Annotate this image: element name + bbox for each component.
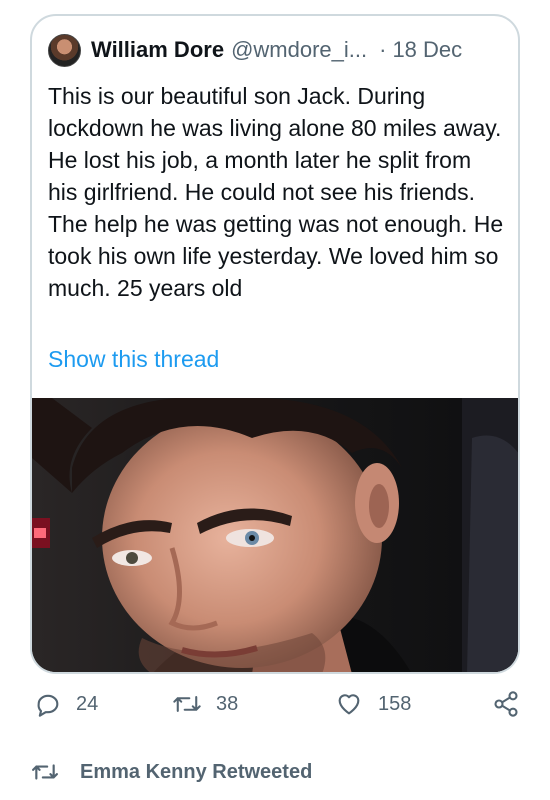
retweet-notice: Emma Kenny Retweeted: [30, 754, 312, 790]
tweet-photo[interactable]: [32, 398, 518, 672]
portrait-photo: [32, 398, 518, 672]
heart-icon: [338, 694, 360, 715]
timeline: William Dore @wmdore_i... · 18 Dec This …: [0, 0, 550, 800]
retweet-notice-text[interactable]: Emma Kenny Retweeted: [80, 761, 312, 784]
tweet-actions: 24 38 158: [30, 684, 530, 724]
tweet-text: This is our beautiful son Jack. During l…: [48, 83, 504, 301]
author-handle[interactable]: @wmdore_i...: [231, 37, 367, 63]
author-display-name[interactable]: William Dore: [91, 37, 224, 63]
show-thread-link[interactable]: Show this thread: [48, 343, 219, 375]
like-count: 158: [378, 692, 412, 715]
retweet-button[interactable]: 38: [172, 684, 238, 724]
separator-dot: ·: [379, 37, 387, 62]
reply-count: 24: [76, 692, 99, 715]
share-button[interactable]: [492, 684, 534, 724]
tweet-header: William Dore @wmdore_i... · 18 Dec: [48, 32, 504, 68]
retweet-count: 38: [216, 692, 239, 715]
reply-icon: [37, 694, 59, 717]
retweet-icon: [173, 696, 201, 712]
tweet-card[interactable]: William Dore @wmdore_i... · 18 Dec This …: [30, 14, 520, 674]
share-icon: [494, 691, 518, 717]
tweet-date[interactable]: 18 Dec: [392, 37, 462, 63]
like-button[interactable]: 158: [334, 684, 411, 724]
reply-button[interactable]: 24: [34, 684, 98, 724]
retweet-icon: [32, 764, 59, 780]
author-avatar[interactable]: [48, 33, 81, 67]
